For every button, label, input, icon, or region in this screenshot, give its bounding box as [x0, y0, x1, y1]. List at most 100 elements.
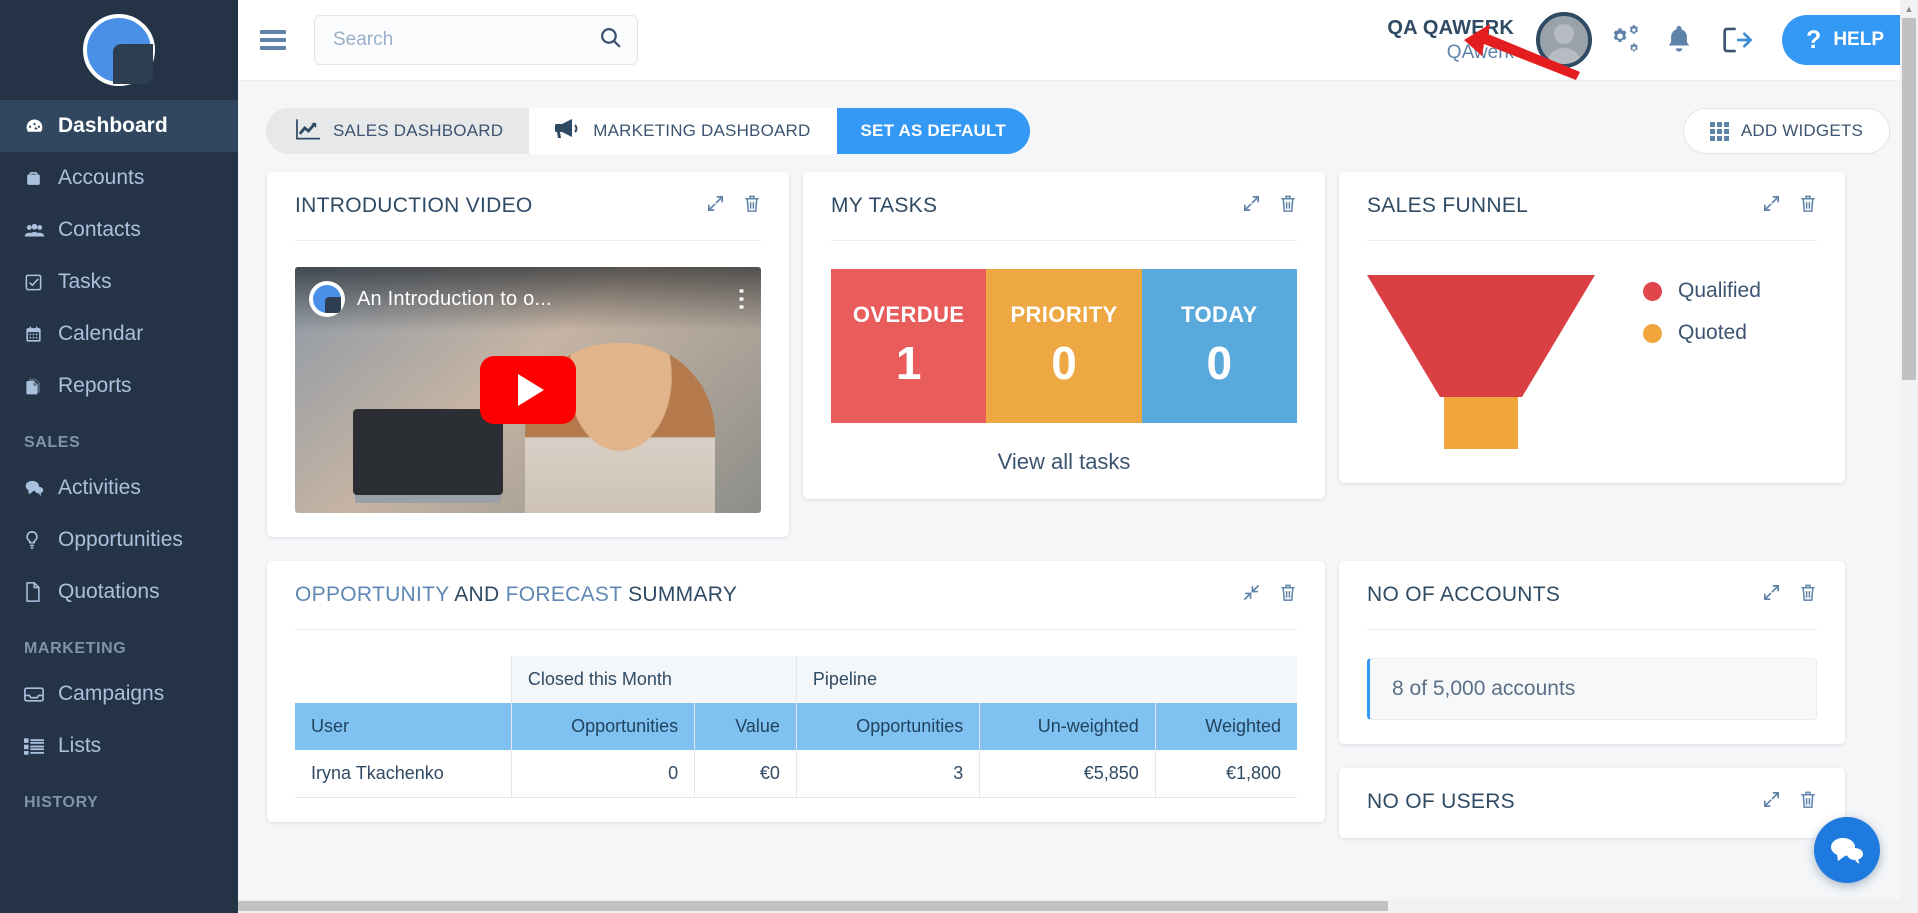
cell-closed-opportunities: 0 — [510, 750, 695, 798]
sidebar-item-lists[interactable]: Lists — [0, 720, 238, 772]
sidebar-item-accounts[interactable]: Accounts — [0, 152, 238, 204]
topbar-right: QA QAWERK QAwerk ? HELP — [1387, 11, 1904, 69]
sidebar-section-marketing: MARKETING — [24, 640, 127, 657]
sidebar-item-label: Campaigns — [58, 682, 165, 705]
task-tile-overdue[interactable]: OVERDUE 1 — [831, 269, 987, 423]
sidebar-item-label: Lists — [58, 734, 102, 757]
tile-value: 1 — [895, 337, 922, 389]
bell-icon[interactable] — [1650, 11, 1708, 69]
sidebar-item-activities[interactable]: Activities — [0, 462, 238, 514]
sidebar-item-reports[interactable]: Reports — [0, 360, 238, 412]
user-info[interactable]: QA QAWERK QAwerk — [1387, 16, 1514, 64]
help-label: HELP — [1833, 29, 1884, 50]
trash-icon[interactable] — [1799, 583, 1817, 607]
add-widgets-button[interactable]: ADD WIDGETS — [1682, 108, 1890, 154]
video-player[interactable]: An Introduction to o... ⋯ — [295, 267, 761, 513]
legend-item-qualified[interactable]: Qualified — [1643, 279, 1761, 303]
expand-icon[interactable] — [1242, 194, 1261, 218]
check-square-icon — [24, 273, 58, 292]
vertical-scrollbar[interactable]: ▲ — [1900, 0, 1918, 913]
title-part-summary: SUMMARY — [628, 583, 738, 606]
sidebar-item-label: Calendar — [58, 322, 144, 345]
tile-value: 0 — [1206, 337, 1233, 389]
list-icon — [24, 737, 58, 755]
widget-no-of-users: NO OF USERS — [1339, 768, 1845, 838]
column-value[interactable]: Value — [694, 703, 797, 750]
widget-title: INTRODUCTION VIDEO — [295, 194, 533, 217]
widget-column-left: INTRODUCTION VIDEO An Introduction to o.… — [260, 172, 796, 561]
widget-no-of-accounts: NO OF ACCOUNTS 8 of 5,000 accounts — [1339, 561, 1845, 744]
youtube-play-icon[interactable] — [480, 356, 576, 424]
calendar-icon — [24, 325, 58, 344]
lightbulb-icon — [24, 530, 58, 550]
app-logo[interactable] — [0, 0, 238, 100]
sidebar-item-campaigns[interactable]: Campaigns — [0, 668, 238, 720]
cell-unweighted: €5,850 — [979, 750, 1156, 798]
scroll-up-icon[interactable]: ▲ — [1900, 0, 1918, 18]
search-input[interactable] — [333, 29, 598, 51]
tab-sales-dashboard[interactable]: SALES DASHBOARD — [266, 108, 530, 154]
expand-icon[interactable] — [1762, 583, 1781, 607]
group-header-closed-this-month: Closed this Month — [510, 656, 797, 703]
expand-icon[interactable] — [1762, 790, 1781, 814]
vertical-scroll-thumb[interactable] — [1902, 18, 1916, 380]
horizontal-scroll-thumb[interactable] — [238, 901, 1388, 911]
expand-icon[interactable] — [1762, 194, 1781, 218]
trash-icon[interactable] — [1799, 790, 1817, 814]
search-box[interactable] — [314, 15, 638, 65]
sidebar-item-label: Contacts — [58, 218, 141, 241]
set-as-default-button[interactable]: SET AS DEFAULT — [836, 108, 1030, 154]
chat-fab-button[interactable] — [1814, 817, 1880, 883]
legend-item-quoted[interactable]: Quoted — [1643, 321, 1761, 345]
widget-title: SALES FUNNEL — [1367, 194, 1529, 217]
table-header-row: User Opportunities Value Opportunities U… — [295, 703, 1297, 750]
sidebar-item-calendar[interactable]: Calendar — [0, 308, 238, 360]
sidebar-item-label: Accounts — [58, 166, 145, 189]
view-all-tasks-link[interactable]: View all tasks — [831, 449, 1297, 475]
widgets-grid: INTRODUCTION VIDEO An Introduction to o.… — [238, 154, 1918, 862]
collapse-icon[interactable] — [1242, 583, 1261, 607]
sidebar-item-dashboard[interactable]: Dashboard — [0, 100, 238, 152]
tab-marketing-dashboard[interactable]: MARKETING DASHBOARD — [529, 108, 837, 154]
title-part-opportunity: OPPORTUNITY — [295, 583, 450, 606]
gears-icon[interactable] — [1592, 11, 1650, 69]
column-closed-opportunities[interactable]: Opportunities — [510, 703, 695, 750]
sidebar-item-tasks[interactable]: Tasks — [0, 256, 238, 308]
legend-label: Qualified — [1678, 279, 1761, 302]
kebab-menu-icon[interactable]: ⋯ — [728, 287, 755, 311]
widget-title: MY TASKS — [831, 194, 938, 217]
channel-avatar — [309, 281, 345, 317]
widget-column-right: SALES FUNNEL Qualified Quoted — [1332, 172, 1852, 561]
widget-column-middle: MY TASKS OVERDUE 1 PRIORITY 0 TODAY 0 Vi… — [796, 172, 1332, 561]
column-unweighted[interactable]: Un-weighted — [979, 703, 1156, 750]
sidebar-item-label: Activities — [58, 476, 141, 499]
grid-icon — [1709, 121, 1729, 141]
app-root: Dashboard Accounts Contacts Tasks Calend — [0, 0, 1918, 913]
sidebar-item-contacts[interactable]: Contacts — [0, 204, 238, 256]
trash-icon[interactable] — [1279, 194, 1297, 218]
sidebar-item-label: Opportunities — [58, 528, 183, 551]
line-chart-icon — [296, 118, 321, 145]
sidebar-item-opportunities[interactable]: Opportunities — [0, 514, 238, 566]
trash-icon[interactable] — [1279, 583, 1297, 607]
column-weighted[interactable]: Weighted — [1154, 703, 1297, 750]
title-part-forecast: FORECAST — [505, 583, 622, 606]
task-tile-priority[interactable]: PRIORITY 0 — [986, 269, 1142, 423]
search-icon[interactable] — [598, 25, 623, 55]
user-avatar[interactable] — [1536, 12, 1593, 68]
expand-icon[interactable] — [706, 194, 725, 218]
cell-weighted: €1,800 — [1154, 750, 1297, 798]
sidebar-item-quotations[interactable]: Quotations — [0, 566, 238, 618]
trash-icon[interactable] — [743, 194, 761, 218]
trash-icon[interactable] — [1799, 194, 1817, 218]
widget-column-wide: OPPORTUNITY AND FORECAST SUMMARY Closed … — [260, 561, 1332, 862]
column-user[interactable]: User — [295, 703, 512, 750]
hamburger-icon[interactable] — [256, 20, 290, 60]
column-pipeline-opportunities[interactable]: Opportunities — [795, 703, 980, 750]
tile-label: TODAY — [1181, 302, 1258, 327]
task-tile-today[interactable]: TODAY 0 — [1141, 269, 1297, 423]
table-row[interactable]: Iryna Tkachenko 0 €0 3 €5,850 €1,800 — [295, 750, 1297, 798]
help-button[interactable]: ? HELP — [1782, 15, 1904, 65]
horizontal-scrollbar[interactable] — [238, 899, 1900, 913]
logout-icon[interactable] — [1708, 11, 1766, 69]
